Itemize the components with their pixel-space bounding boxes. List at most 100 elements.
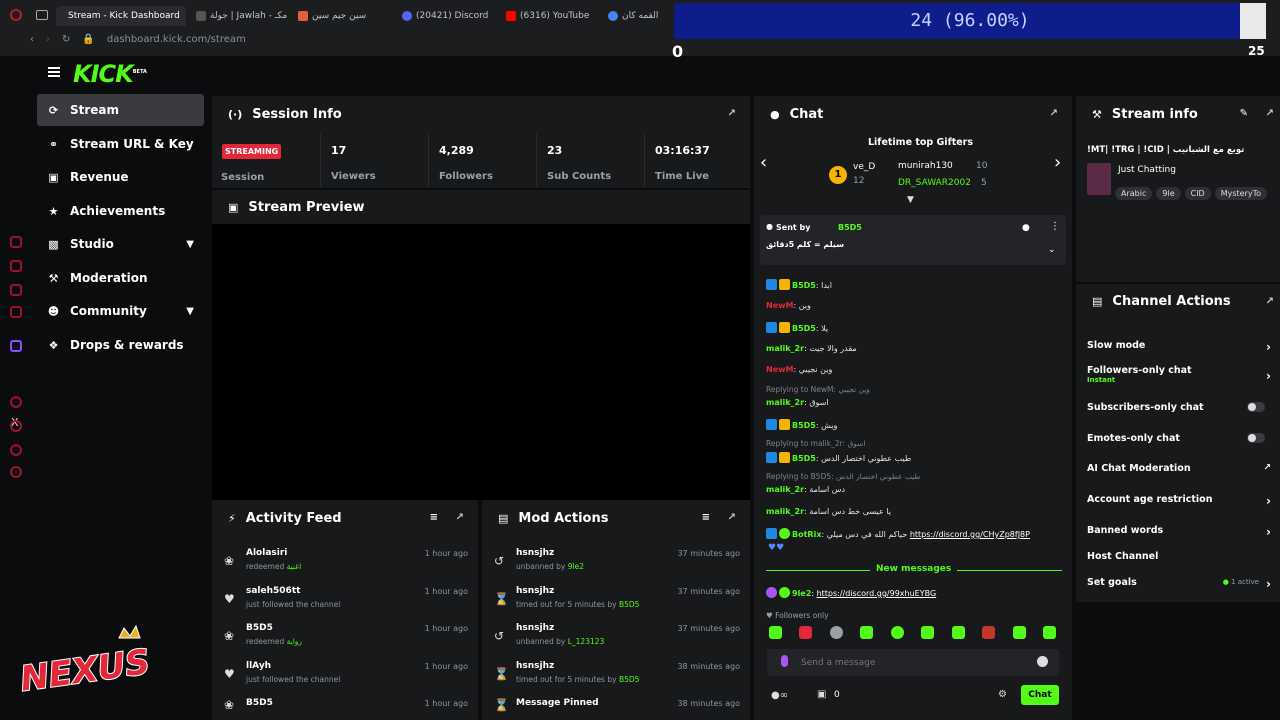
action-slow-mode[interactable]: Slow mode › — [1087, 340, 1277, 354]
action-host-channel[interactable]: Host Channel — [1087, 551, 1277, 562]
activity-user[interactable]: Alolasiri — [246, 548, 287, 558]
sidebar-app-icon[interactable] — [10, 396, 22, 408]
pinned-user[interactable]: B5D5 — [838, 223, 862, 232]
emote-icon[interactable] — [769, 626, 782, 639]
mod-target[interactable]: hsnsjhz — [516, 586, 554, 596]
mod-target[interactable]: hsnsjhz — [516, 623, 554, 633]
tab-youtube[interactable]: (6316) YouTube — [506, 6, 589, 26]
chat-username[interactable]: malik_2r — [766, 485, 804, 494]
emote-icon[interactable] — [799, 626, 812, 639]
action-subscribers-only[interactable]: Subscribers-only chat — [1087, 402, 1277, 413]
sidebar-item-stream-url-key[interactable]: ⚭ Stream URL & Key — [37, 128, 204, 160]
chat-username[interactable]: B5D5 — [792, 324, 816, 333]
popout-icon[interactable]: ↗ — [728, 512, 736, 523]
sidebar-item-achievements[interactable]: ★ Achievements — [37, 195, 204, 227]
sidebar-app-icon[interactable] — [10, 306, 22, 318]
reply-context[interactable]: Replying to malik_2r: اسوق — [766, 439, 866, 448]
collapse-icon[interactable]: ▼ — [907, 195, 914, 205]
chevron-right-icon[interactable]: › — [1054, 152, 1061, 173]
twitch-icon[interactable] — [10, 340, 22, 352]
back-icon[interactable]: ‹ — [30, 34, 34, 45]
chat-username[interactable]: NewM — [766, 301, 793, 310]
chat-username[interactable]: 9le2 — [792, 589, 811, 598]
sidebar-app-icon[interactable] — [10, 284, 22, 296]
action-ai-moderation[interactable]: AI Chat Moderation ↗ — [1087, 463, 1277, 474]
popout-icon[interactable]: ↗ — [728, 108, 736, 119]
mod-target[interactable]: hsnsjhz — [516, 661, 554, 671]
address-bar[interactable]: ‹ › ↻ 🔒 dashboard.kick.com/stream — [30, 30, 246, 48]
action-set-goals[interactable]: Set goals ● 1 active › — [1087, 577, 1277, 591]
action-account-age[interactable]: Account age restriction › — [1087, 494, 1277, 508]
window-icon[interactable] — [10, 9, 22, 21]
workspaces-icon[interactable] — [36, 10, 48, 20]
emote-icon[interactable] — [1013, 626, 1026, 639]
stream-preview-video[interactable] — [212, 224, 750, 500]
tab-discord[interactable]: (20421) Discord — [402, 6, 488, 26]
sidebar-item-revenue[interactable]: ▣ Revenue — [37, 161, 204, 193]
new-messages-label[interactable]: New messages — [870, 564, 958, 574]
emote-icon[interactable] — [830, 626, 843, 639]
chat-send-button[interactable]: Chat — [1021, 685, 1059, 705]
gifter-name[interactable]: munirah130 — [898, 161, 953, 171]
sidebar-app-icon[interactable] — [10, 420, 22, 432]
users-icon[interactable]: ●∞ — [771, 690, 788, 701]
sidebar-item-moderation[interactable]: ⚒ Moderation — [37, 262, 204, 294]
chevron-left-icon[interactable]: ‹ — [760, 152, 767, 173]
filter-icon[interactable]: ≡ — [702, 512, 710, 523]
sidebar-item-studio[interactable]: ▩ Studio ▼ — [37, 228, 204, 260]
tab-google[interactable]: القمه كان — [608, 6, 658, 26]
chat-username[interactable]: B5D5 — [792, 454, 816, 463]
chat-link[interactable]: https://discord.gg/99xhuEYBG — [817, 589, 937, 598]
reload-icon[interactable]: ↻ — [62, 34, 70, 45]
menu-icon[interactable] — [48, 67, 60, 77]
sidebar-item-stream[interactable]: ⟳ Stream — [37, 94, 204, 126]
tag[interactable]: CID — [1184, 187, 1211, 200]
gear-icon[interactable]: ⚙ — [998, 689, 1007, 700]
sidebar-item-community[interactable]: ☻ Community ▼ — [37, 295, 204, 327]
tab-seen-jeem[interactable]: سين جيم سين — [298, 6, 366, 26]
gifter-name[interactable]: DR_SAWAR2002 — [898, 178, 971, 188]
activity-user[interactable]: saleh506tt — [246, 586, 300, 596]
category-name[interactable]: Just Chatting — [1118, 165, 1176, 175]
chevron-down-icon[interactable]: ⌄ — [1048, 245, 1056, 255]
emote-icon[interactable] — [1043, 626, 1056, 639]
tag[interactable]: MysteryTo — [1214, 187, 1268, 200]
emoji-icon[interactable] — [1037, 656, 1048, 667]
chat-input[interactable] — [801, 654, 1021, 671]
chat-username[interactable]: malik_2r — [766, 344, 804, 353]
kick-logo[interactable]: KICKBETA — [73, 60, 147, 88]
emotes-only-toggle[interactable] — [1247, 433, 1265, 443]
chat-link[interactable]: https://discord.gg/CHyZp8fJ8P — [910, 530, 1030, 539]
reply-context[interactable]: Replying to NewM: وين نجيبي — [766, 385, 870, 394]
forward-icon[interactable]: › — [46, 34, 50, 45]
pinned-message[interactable]: ● Sent by B5D5 سيلم = كلم 5دقائق ● ⋮ ⌄ — [760, 215, 1066, 265]
sidebar-app-icon[interactable] — [10, 444, 22, 456]
tab-kick-dashboard[interactable]: Stream - Kick Dashboard — [56, 6, 186, 26]
url-text[interactable]: dashboard.kick.com/stream — [107, 34, 246, 45]
emote-icon[interactable] — [921, 626, 934, 639]
mod-target[interactable]: hsnsjhz — [516, 548, 554, 558]
chat-input-box[interactable] — [767, 649, 1059, 676]
tag[interactable]: Arabic — [1115, 187, 1153, 200]
reply-context[interactable]: Replying to B5D5: طيب عطوني اختصار الدس — [766, 472, 921, 481]
chat-username[interactable]: B5D5 — [792, 421, 816, 430]
action-banned-words[interactable]: Banned words › — [1087, 525, 1277, 539]
sidebar-app-icon[interactable] — [10, 260, 22, 272]
chat-username[interactable]: NewM — [766, 365, 793, 374]
more-icon[interactable]: ⋮ — [1050, 221, 1060, 232]
tag[interactable]: 9le — [1156, 187, 1181, 200]
chat-username[interactable]: BotRix — [792, 530, 821, 539]
action-followers-only[interactable]: Followers-only chat Instant › — [1087, 365, 1277, 384]
store-icon[interactable]: ▣ — [817, 689, 826, 700]
mod-target[interactable]: Message Pinned — [516, 698, 599, 708]
gifter-name[interactable]: ve_D — [853, 162, 875, 172]
activity-user[interactable]: B5D5 — [246, 623, 273, 633]
action-emotes-only[interactable]: Emotes-only chat — [1087, 433, 1277, 444]
subscribers-only-toggle[interactable] — [1247, 402, 1265, 412]
popout-icon[interactable]: ↗ — [456, 512, 464, 523]
unpin-icon[interactable]: ● — [1022, 223, 1030, 233]
popout-icon[interactable]: ↗ — [1266, 296, 1274, 307]
emote-icon[interactable] — [982, 626, 995, 639]
popout-icon[interactable]: ↗ — [1266, 108, 1274, 119]
sidebar-app-icon[interactable] — [10, 236, 22, 248]
